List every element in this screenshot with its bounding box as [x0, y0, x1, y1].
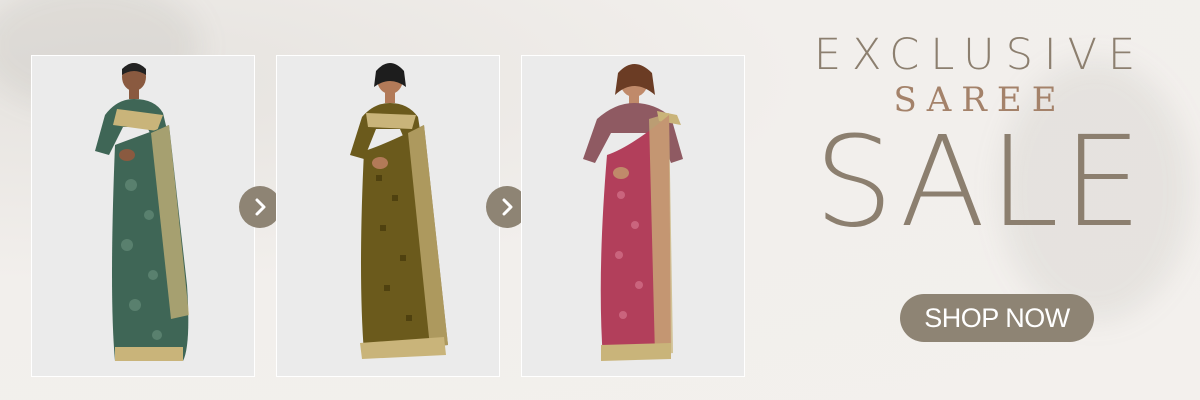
saree-model-image [350, 63, 448, 359]
next-arrow-button[interactable] [239, 186, 281, 228]
chevron-right-icon [255, 198, 266, 216]
saree-model-image [583, 64, 683, 361]
headline-exclusive: EXCLUSIVE [813, 30, 1147, 80]
saree-card-olive[interactable] [276, 55, 500, 377]
chevron-right-icon [502, 198, 513, 216]
saree-model-image [95, 63, 189, 361]
shop-now-button[interactable]: SHOP NOW [900, 294, 1094, 342]
saree-card-green[interactable] [31, 55, 255, 377]
saree-card-pink[interactable] [521, 55, 745, 377]
sale-banner: EXCLUSIVE SAREE SALE SHOP NOW [0, 0, 1200, 400]
headline-sale: SALE [814, 110, 1146, 255]
